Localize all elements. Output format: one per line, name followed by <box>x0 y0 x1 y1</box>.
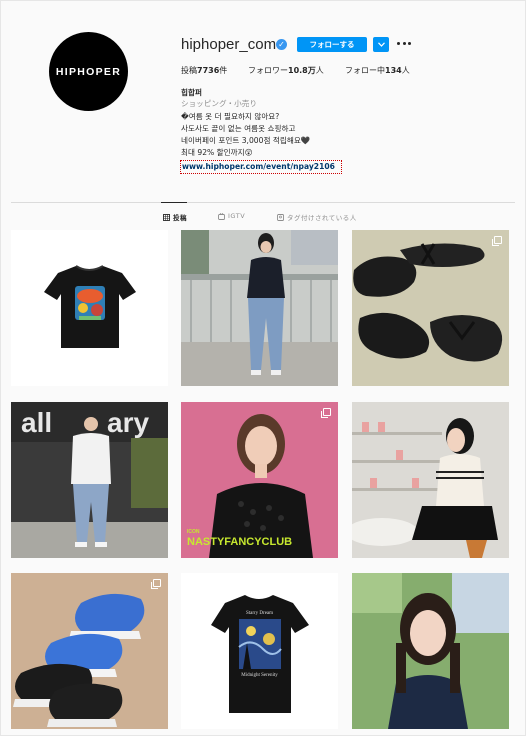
multiple-images-icon <box>321 408 331 418</box>
active-tab-indicator <box>161 202 187 203</box>
more-options-icon[interactable] <box>397 37 411 50</box>
post-thumbnail[interactable] <box>181 230 338 386</box>
tagged-icon <box>277 213 284 221</box>
tshirt-graphic-image <box>44 265 136 348</box>
verified-badge-icon: ✓ <box>276 39 287 50</box>
post-caption: NASTYFANCYCLUB <box>187 536 293 548</box>
tab-posts[interactable]: 投稿 <box>163 212 187 222</box>
following-count[interactable]: フォロー中134人 <box>345 65 410 76</box>
logo-text: HIPHOPER <box>55 65 122 78</box>
sandals-photo <box>352 230 509 386</box>
woman-cafe-photo <box>352 402 509 558</box>
tee-print-top: Starry Dream <box>245 611 274 616</box>
follow-button[interactable]: フォローする <box>297 37 367 52</box>
woman-outdoor-photo <box>352 573 509 729</box>
bio-line: 네이버페이 포인트 3,000점 적립해요🖤 <box>181 136 311 145</box>
tab-igtv-label: IGTV <box>228 212 246 220</box>
category-label: ショッピング・小売り <box>181 99 257 108</box>
svg-text:ary: ary <box>107 407 149 438</box>
man-street-photo: all ary <box>11 402 168 558</box>
post-caption-small: ICON <box>187 529 200 535</box>
tab-tagged[interactable]: タグ付けされている人 <box>277 212 357 222</box>
tabs-divider <box>11 202 515 203</box>
page-frame: HIPHOPER hiphoper_com ✓ フォローする 投稿7736件 フ… <box>0 0 526 736</box>
multiple-images-icon <box>492 236 502 246</box>
tab-tagged-label: タグ付けされている人 <box>287 214 357 222</box>
chevron-down-icon <box>377 42 385 47</box>
tab-igtv[interactable]: IGTV <box>218 212 245 220</box>
post-thumbnail[interactable] <box>11 230 168 386</box>
sneakers-photo <box>11 573 168 729</box>
tab-posts-label: 投稿 <box>173 214 187 222</box>
username: hiphoper_com <box>181 36 277 53</box>
display-name: 힙합퍼 <box>181 88 202 97</box>
grid-icon <box>163 213 170 221</box>
multiple-images-icon <box>151 579 161 589</box>
post-thumbnail[interactable]: all ary <box>11 402 168 558</box>
followers-count[interactable]: フォロワー10.8万人 <box>248 65 324 76</box>
suggestions-dropdown-button[interactable] <box>373 37 389 52</box>
post-thumbnail[interactable] <box>352 573 509 729</box>
svg-text:all: all <box>21 407 52 438</box>
post-thumbnail[interactable]: ICON NASTYFANCYCLUB <box>181 402 338 558</box>
tee-print-bottom: Midnight Serenity <box>241 673 278 678</box>
post-thumbnail[interactable] <box>11 573 168 729</box>
woman-jeans-photo <box>181 230 338 386</box>
bio-line: �여름 옷 더 필요하지 않아요? <box>181 112 280 121</box>
igtv-icon <box>218 212 225 220</box>
profile-avatar[interactable]: HIPHOPER <box>49 32 128 111</box>
bio-line: 최대 92% 할인까지😲 <box>181 148 253 157</box>
bio-line: 사도사도 끝이 없는 여름옷 쇼핑하고 <box>181 124 296 133</box>
tshirt-starry-image <box>211 595 309 713</box>
woman-lace-top-photo <box>181 402 338 558</box>
post-thumbnail[interactable] <box>352 402 509 558</box>
posts-count: 投稿7736件 <box>181 66 228 75</box>
post-thumbnail[interactable] <box>352 230 509 386</box>
post-thumbnail[interactable]: Starry Dream Midnight Serenity <box>181 573 338 729</box>
profile-link[interactable]: www.hiphoper.com/event/npay2106 <box>180 160 342 174</box>
